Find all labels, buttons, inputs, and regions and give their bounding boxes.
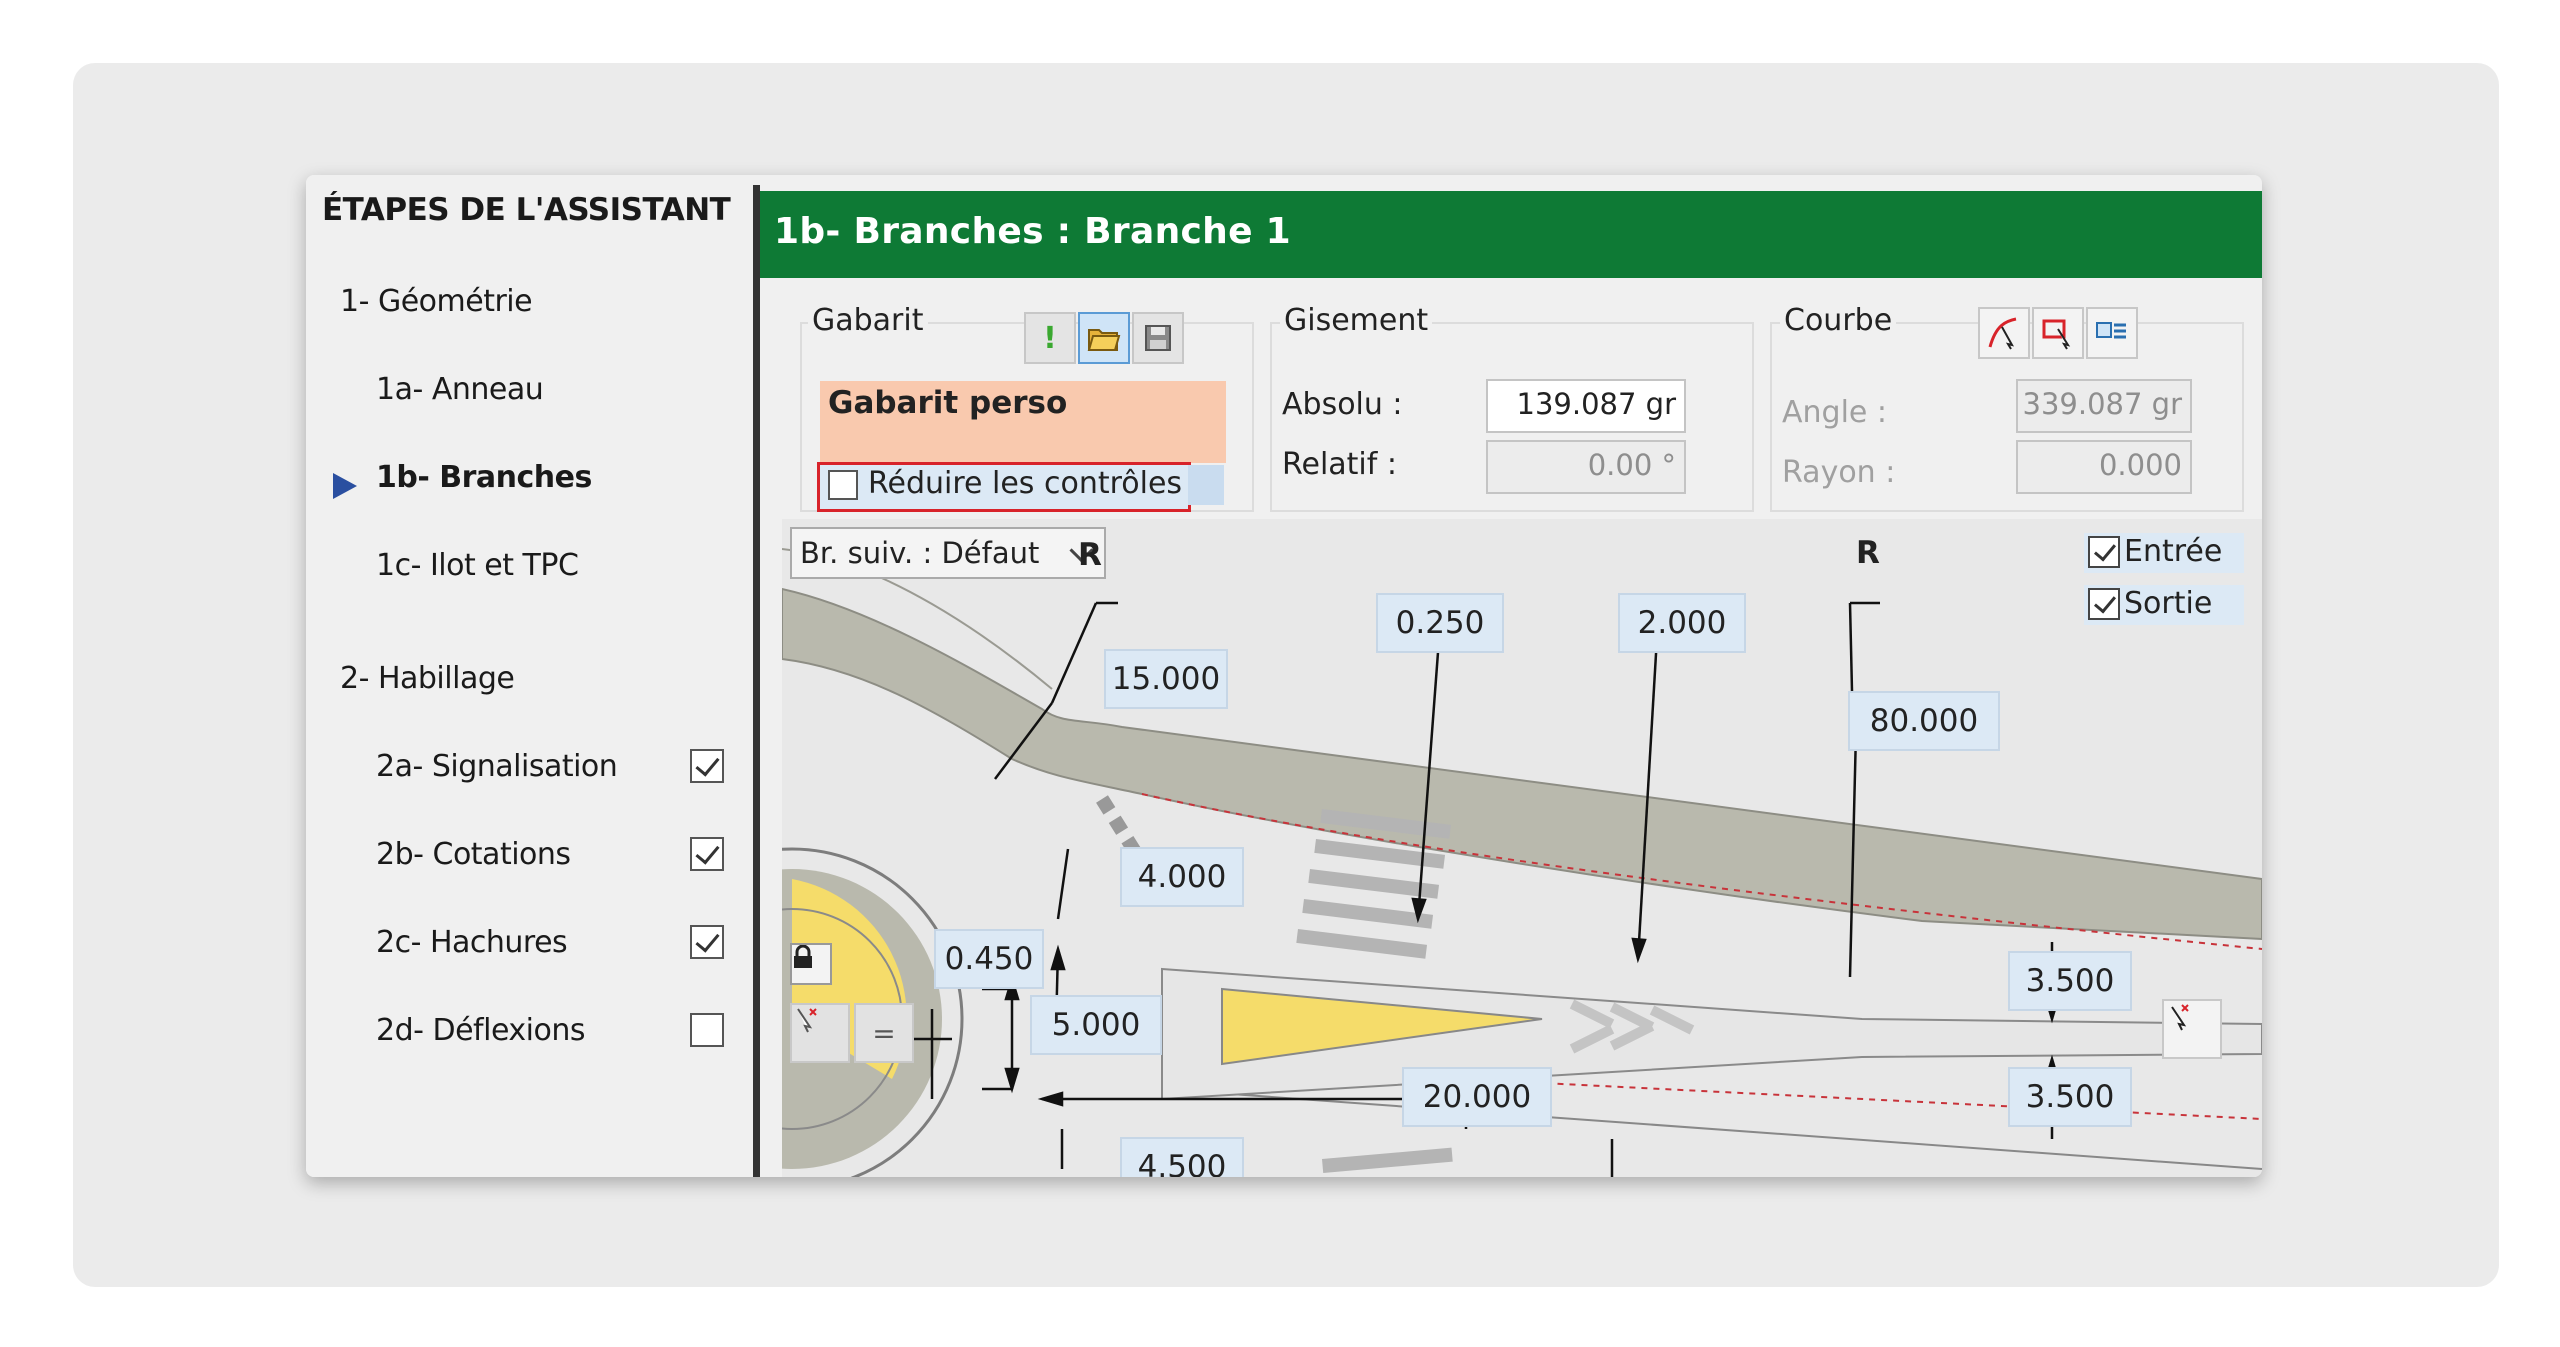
- save-icon[interactable]: [1132, 312, 1184, 364]
- lock-icon[interactable]: [790, 943, 832, 985]
- dim-4500[interactable]: 4.500: [1120, 1137, 1244, 1177]
- select-rect-icon[interactable]: [2032, 307, 2084, 359]
- absolu-input[interactable]: 139.087 gr: [1486, 379, 1686, 433]
- branch-design-canvas[interactable]: Br. suiv. : Défaut R R Entrée Sortie 15.…: [782, 519, 2262, 1177]
- entree-label: Entrée: [2124, 534, 2223, 569]
- curve-pick-icon[interactable]: [1978, 307, 2030, 359]
- dim-4000[interactable]: 4.000: [1120, 847, 1244, 907]
- courbe-label: Courbe: [1780, 303, 1897, 338]
- step-signalisation[interactable]: 2a- Signalisation: [376, 749, 618, 784]
- dim-3500-bottom[interactable]: 3.500: [2008, 1067, 2132, 1127]
- step-cotations[interactable]: 2b- Cotations: [376, 837, 571, 872]
- next-branch-dropdown[interactable]: Br. suiv. : Défaut: [790, 527, 1106, 579]
- gabarit-value-field[interactable]: Gabarit perso: [820, 381, 1226, 463]
- reduce-controls-highlight: [1188, 465, 1224, 505]
- relatif-input[interactable]: 0.00 °: [1486, 440, 1686, 494]
- angle-input[interactable]: 339.087 gr: [2016, 379, 2192, 433]
- panel-header: 1b- Branches : Branche 1: [760, 191, 2262, 278]
- wizard-steps-sidebar: ÉTAPES DE L'ASSISTANT 1- Géométrie 1a- A…: [306, 175, 752, 1177]
- hachures-checkbox[interactable]: [690, 925, 724, 959]
- cotations-checkbox[interactable]: [690, 837, 724, 871]
- gisement-label: Gisement: [1280, 303, 1433, 338]
- current-step-arrow-icon: [333, 473, 357, 499]
- select-list-icon[interactable]: [2086, 307, 2138, 359]
- entree-checkbox[interactable]: Entrée: [2084, 533, 2244, 573]
- step-ilot-tpc[interactable]: 1c- Ilot et TPC: [376, 548, 579, 583]
- exclamation-icon[interactable]: !: [1024, 312, 1076, 364]
- pick-point-icon[interactable]: [790, 1003, 850, 1063]
- deflexions-checkbox[interactable]: [690, 1013, 724, 1047]
- equal-icon[interactable]: =: [854, 1003, 914, 1063]
- dim-radius-80[interactable]: 80.000: [1848, 691, 2000, 751]
- dim-3500-top[interactable]: 3.500: [2008, 951, 2132, 1011]
- step-habillage[interactable]: 2- Habillage: [340, 661, 515, 696]
- panel-title: 1b- Branches : Branche 1: [774, 211, 1291, 252]
- radius-label-right: R: [1856, 535, 1880, 571]
- reduce-controls-checkbox[interactable]: Réduire les contrôles: [817, 462, 1191, 512]
- sortie-label: Sortie: [2124, 586, 2213, 621]
- entree-checkbox-box[interactable]: [2088, 536, 2120, 568]
- radius-label-left: R: [1078, 537, 1102, 573]
- step-hachures[interactable]: 2c- Hachures: [376, 925, 568, 960]
- next-branch-value: Br. suiv. : Défaut: [800, 536, 1040, 570]
- signalisation-checkbox[interactable]: [690, 749, 724, 783]
- relatif-label: Relatif :: [1282, 447, 1397, 482]
- rayon-label: Rayon :: [1782, 455, 1896, 490]
- sidebar-divider: [753, 185, 760, 1177]
- sortie-checkbox-box[interactable]: [2088, 588, 2120, 620]
- open-folder-icon[interactable]: [1078, 312, 1130, 364]
- step-anneau[interactable]: 1a- Anneau: [376, 372, 544, 407]
- main-panel: 1b- Branches : Branche 1 Gabarit ! Gabar…: [760, 191, 2262, 1177]
- gabarit-label: Gabarit: [808, 303, 928, 338]
- dim-radius-15[interactable]: 15.000: [1104, 649, 1228, 709]
- wizard-window: ÉTAPES DE L'ASSISTANT 1- Géométrie 1a- A…: [306, 175, 2262, 1177]
- step-branches[interactable]: 1b- Branches: [376, 460, 592, 495]
- reduce-controls-box[interactable]: [828, 470, 858, 500]
- gabarit-value: Gabarit perso: [828, 385, 1068, 421]
- step-geometrie[interactable]: 1- Géométrie: [340, 284, 533, 319]
- sortie-checkbox[interactable]: Sortie: [2084, 585, 2244, 625]
- dim-20000[interactable]: 20.000: [1402, 1067, 1552, 1127]
- rayon-input[interactable]: 0.000: [2016, 440, 2192, 494]
- dim-5000[interactable]: 5.000: [1030, 995, 1162, 1055]
- angle-label: Angle :: [1782, 395, 1888, 430]
- dim-0450[interactable]: 0.450: [934, 929, 1044, 989]
- dim-2000[interactable]: 2.000: [1618, 593, 1746, 653]
- step-deflexions[interactable]: 2d- Déflexions: [376, 1013, 585, 1048]
- sidebar-title: ÉTAPES DE L'ASSISTANT: [322, 192, 731, 228]
- pick-end-icon[interactable]: [2162, 999, 2222, 1059]
- dim-0250[interactable]: 0.250: [1376, 593, 1504, 653]
- absolu-label: Absolu :: [1282, 387, 1403, 422]
- reduce-controls-label: Réduire les contrôles: [868, 466, 1183, 501]
